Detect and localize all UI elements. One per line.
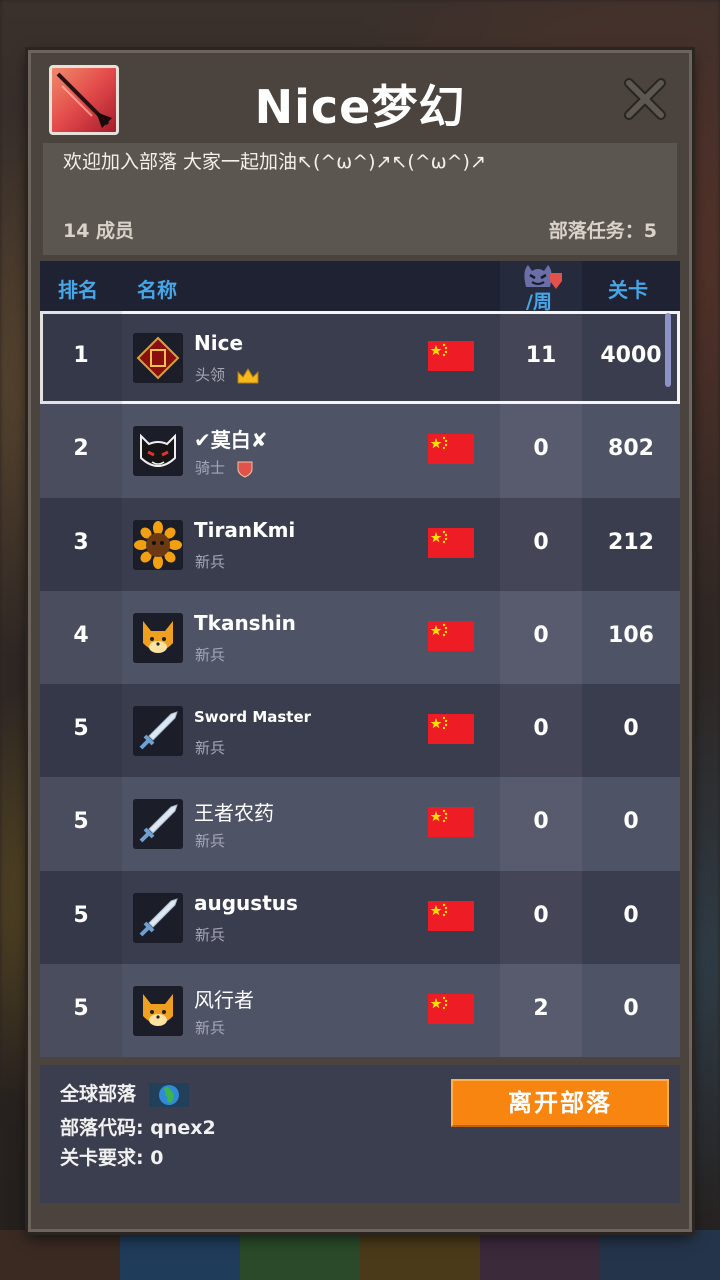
- clan-description: 欢迎加入部落 大家一起加油↖(^ω^)↗↖(^ω^)↗: [63, 151, 486, 173]
- fox-avatar: [133, 612, 183, 663]
- player-name: Tkanshin: [194, 610, 296, 635]
- bottom-nav-strip: [0, 1230, 720, 1280]
- close-icon: [624, 78, 666, 120]
- stage-score: 0: [623, 996, 639, 1022]
- player-name: ✔莫白✘: [194, 428, 268, 453]
- player-role: 新兵: [195, 739, 226, 758]
- table-row[interactable]: 2 ✔莫白✘ 骑士 0 802: [40, 404, 680, 498]
- china-flag-icon: [428, 807, 474, 838]
- player-role: 头领: [195, 364, 260, 385]
- row-rank: 5: [73, 902, 89, 928]
- china-flag-icon: [428, 620, 474, 651]
- china-flag-icon: [428, 434, 474, 465]
- weekly-score: 0: [533, 902, 549, 928]
- china-flag-icon: [428, 714, 474, 745]
- clan-header: Nice梦幻: [31, 53, 689, 143]
- player-name: Nice: [194, 331, 244, 355]
- player-role: 新兵: [195, 832, 226, 851]
- table-row[interactable]: 5 Sword Master 新兵 0 0: [40, 684, 680, 778]
- sword-avatar: [133, 799, 183, 850]
- leave-clan-button[interactable]: 离开部落: [451, 1079, 669, 1127]
- clan-quests: 部落任务：5: [548, 220, 657, 242]
- table-row[interactable]: 3 TiranKmi 新兵 0 212: [40, 497, 680, 591]
- weekly-score: 0: [533, 436, 549, 462]
- stage-score: 106: [608, 622, 654, 648]
- clan-title: Nice梦幻: [254, 80, 466, 134]
- row-rank: 5: [73, 809, 89, 835]
- table-scrollbar[interactable]: [665, 313, 671, 387]
- demon-cat-avatar: [133, 426, 183, 477]
- sunflower-avatar: [133, 519, 183, 570]
- header-stage: 关卡: [608, 278, 648, 302]
- row-rank: 4: [73, 622, 89, 648]
- row-rank: 5: [73, 996, 89, 1022]
- weekly-score: 0: [533, 529, 549, 555]
- china-flag-icon: [428, 900, 474, 931]
- row-rank: 5: [73, 716, 89, 742]
- demon-face-icon: [524, 265, 562, 289]
- member-count: 14 成员: [63, 220, 135, 242]
- header-rank: 排名: [58, 278, 98, 302]
- china-flag-icon: [428, 341, 474, 371]
- weekly-score: 0: [533, 809, 549, 835]
- weekly-score: 11: [525, 343, 557, 368]
- fox-avatar: [133, 986, 183, 1037]
- china-flag-icon: [428, 527, 474, 558]
- china-flag-icon: [428, 994, 474, 1025]
- shield-icon: [237, 461, 253, 478]
- clan-panel: Nice梦幻 欢迎加入部落 大家一起加油↖(^ω^)↗↖(^ω^)↗ 14 成员…: [28, 50, 692, 1232]
- player-role: 骑士: [195, 457, 254, 478]
- table-row[interactable]: 1 Nice 头领 11 4000: [40, 311, 680, 405]
- clan-description-box: 欢迎加入部落 大家一起加油↖(^ω^)↗↖(^ω^)↗ 14 成员 部落任务：5: [43, 143, 677, 255]
- sword-avatar: [133, 892, 183, 943]
- clan-code: 部落代码: qnex2: [60, 1117, 216, 1139]
- table-row[interactable]: 5 风行者 新兵 2 0: [40, 964, 680, 1058]
- player-name: 风行者: [194, 988, 254, 1013]
- member-table: 排名 名称 /周 关卡 1 Nice 头领 11 4000 2 ✔莫白✘ 骑士 …: [40, 261, 680, 1058]
- global-clan-label: 全球部落: [60, 1079, 189, 1107]
- clan-footer: 全球部落 部落代码: qnex2 关卡要求: 0 离开部落: [40, 1065, 680, 1203]
- stage-score: 0: [623, 809, 639, 835]
- row-rank: 3: [73, 529, 89, 555]
- player-name: 王者农药: [194, 801, 274, 826]
- globe-icon: [148, 1082, 189, 1107]
- header-week: /周: [518, 261, 564, 313]
- weekly-score: 2: [533, 996, 549, 1022]
- clan-emblem-avatar: [133, 333, 183, 383]
- close-button[interactable]: [623, 77, 667, 121]
- header-name: 名称: [137, 278, 177, 302]
- table-header: 排名 名称 /周 关卡: [40, 261, 680, 313]
- table-row[interactable]: 5 augustus 新兵 0 0: [40, 870, 680, 965]
- crown-icon: [237, 367, 259, 383]
- stage-score: 0: [623, 902, 639, 928]
- row-rank: 2: [73, 436, 89, 462]
- player-role: 新兵: [195, 552, 226, 571]
- weekly-score: 0: [533, 716, 549, 742]
- weekly-score: 0: [533, 622, 549, 648]
- player-role: 新兵: [195, 925, 226, 944]
- player-role: 新兵: [195, 1019, 226, 1038]
- stage-score: 0: [623, 716, 639, 742]
- stage-score: 802: [608, 436, 654, 462]
- stage-score: 212: [608, 529, 654, 555]
- player-name: Sword Master: [194, 708, 312, 727]
- player-name: TiranKmi: [194, 517, 296, 542]
- row-rank: 1: [73, 343, 89, 368]
- table-row[interactable]: 4 Tkanshin 新兵 0 106: [40, 590, 680, 685]
- sword-avatar: [133, 706, 183, 757]
- player-role: 新兵: [195, 645, 226, 664]
- stage-requirement: 关卡要求: 0: [60, 1147, 164, 1169]
- player-name: augustus: [194, 890, 298, 915]
- table-row[interactable]: 5 王者农药 新兵 0 0: [40, 777, 680, 871]
